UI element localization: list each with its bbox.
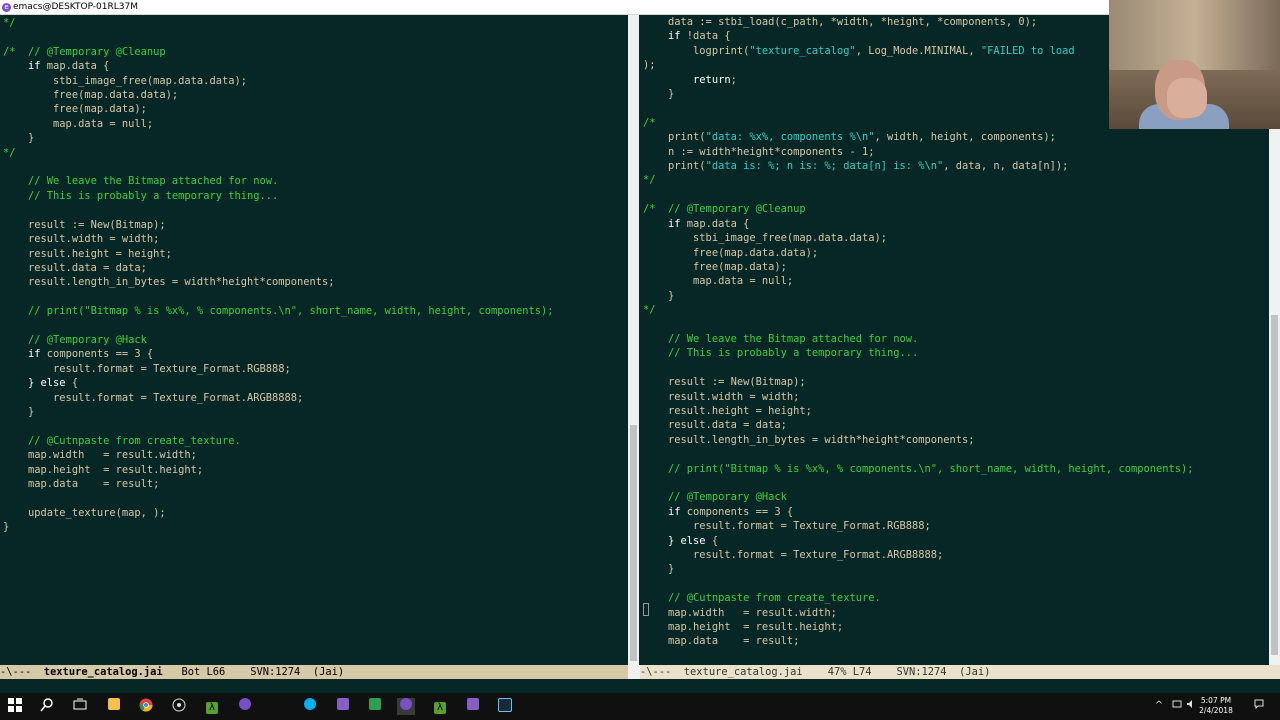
chrome-icon[interactable] — [137, 698, 155, 715]
modeline-divider — [628, 665, 640, 679]
lambda-app-2-icon[interactable]: λ — [431, 698, 449, 715]
windows-start-icon[interactable] — [6, 698, 24, 715]
task-view-icon[interactable] — [71, 698, 89, 715]
webcam-overlay — [1109, 0, 1280, 129]
modeline-buffer-name[interactable]: texture_catalog.jai — [684, 666, 803, 678]
modeline-prefix: -\--- — [0, 666, 44, 678]
modeline-position: 47% L74 — [827, 666, 872, 678]
modeline-mode: (Jai) — [959, 666, 991, 678]
modeline-vcs: SVN:1274 — [250, 666, 301, 678]
taskbar: λ λ ^ 5:07 PM 2/4/2018 — [0, 693, 1280, 720]
modeline-vcs: SVN:1274 — [896, 666, 947, 678]
green-app-icon[interactable] — [366, 698, 384, 715]
steam-icon[interactable] — [496, 698, 514, 715]
left-scrollbar-thumb[interactable] — [630, 425, 637, 661]
webcam-background — [1109, 0, 1280, 70]
emacs-active-icon[interactable] — [397, 698, 415, 715]
left-modeline: -\--- texture_catalog.jai Bot L66 SVN:12… — [0, 665, 628, 679]
right-scrollbar-thumb[interactable] — [1271, 315, 1278, 655]
minibuffer[interactable] — [0, 679, 1280, 693]
taskbar-clock[interactable]: 5:07 PM 2/4/2018 — [1196, 696, 1236, 716]
network-icon[interactable] — [1170, 699, 1184, 713]
visual-studio-2-icon[interactable] — [464, 698, 482, 715]
clock-date: 2/4/2018 — [1199, 706, 1233, 715]
webcam-person-hand — [1167, 78, 1207, 118]
search-icon[interactable] — [38, 698, 56, 715]
left-editor-pane[interactable]: */ /* // @Temporary @Cleanup if map.data… — [0, 15, 628, 665]
lambda-app-icon[interactable]: λ — [203, 698, 221, 715]
window-title: emacs@DESKTOP-01RL37M — [13, 2, 138, 12]
window-titlebar: e emacs@DESKTOP-01RL37M — [0, 0, 1280, 15]
text-cursor — [643, 603, 649, 616]
modeline-buffer-name[interactable]: texture_catalog.jai — [44, 666, 163, 678]
emacs-icon: e — [2, 3, 11, 12]
visual-studio-icon[interactable] — [334, 698, 352, 715]
modeline-mode: (Jai) — [312, 666, 345, 678]
modeline-position: Bot L66 — [181, 666, 226, 678]
skype-icon[interactable] — [301, 698, 319, 715]
file-explorer-icon[interactable] — [105, 698, 123, 715]
chevron-up-icon[interactable]: ^ — [1152, 699, 1166, 713]
notifications-icon[interactable] — [1252, 699, 1266, 713]
left-scrollbar[interactable] — [628, 15, 639, 665]
emacs-app-icon[interactable] — [236, 698, 254, 715]
modeline-prefix: -\--- — [640, 666, 684, 678]
left-code-buffer[interactable]: */ /* // @Temporary @Cleanup if map.data… — [3, 16, 554, 535]
clock-time: 5:07 PM — [1200, 696, 1232, 705]
right-modeline: -\--- texture_catalog.jai 47% L74 SVN:12… — [640, 665, 1280, 679]
generic-app-icon[interactable] — [170, 698, 188, 715]
